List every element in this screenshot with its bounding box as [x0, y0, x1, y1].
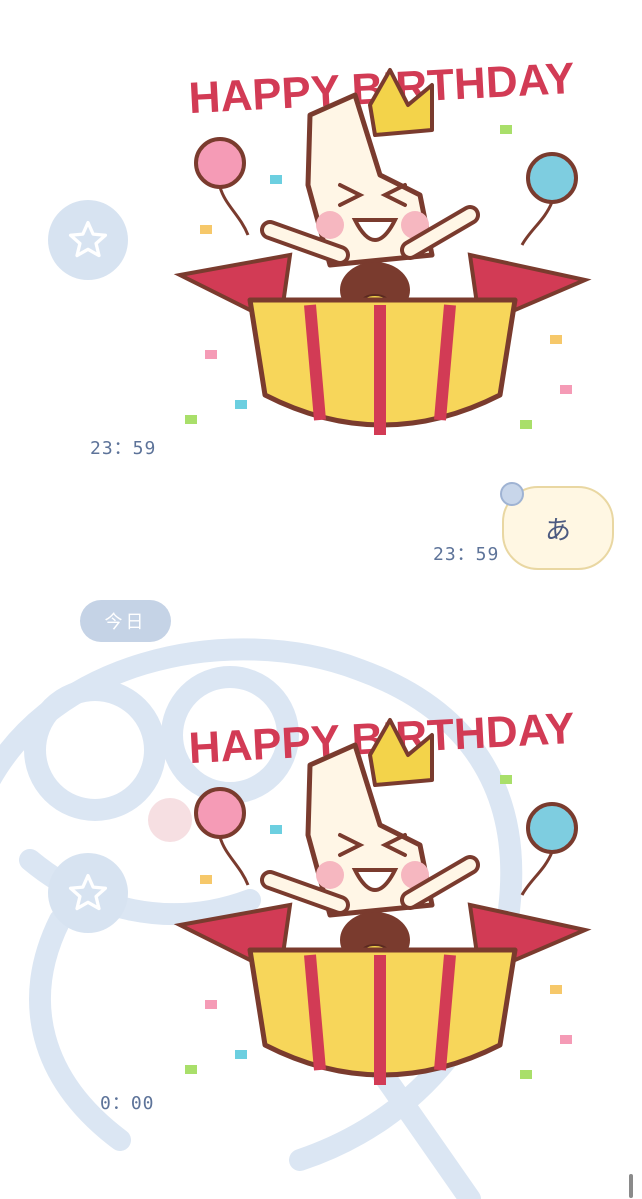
contact-avatar[interactable] [48, 200, 128, 280]
sticker-art: HAPPY BIRTHDAY [173, 54, 592, 435]
message-time: 23：59 [90, 438, 157, 459]
date-label: 今日 [104, 612, 147, 633]
birthday-sticker[interactable]: HAPPY BIRTHDAY [170, 35, 595, 455]
message-text: あ [544, 515, 571, 546]
star-icon [68, 873, 108, 911]
read-indicator-icon [500, 482, 524, 506]
sticker-art: HAPPY BIRTHDAY [173, 704, 592, 1085]
date-separator: 今日 [80, 600, 171, 642]
scrollbar-thumb[interactable] [629, 1174, 633, 1198]
birthday-sticker[interactable]: HAPPY BIRTHDAY [170, 685, 595, 1105]
contact-avatar[interactable] [48, 853, 128, 933]
message-time: 0：00 [100, 1093, 155, 1114]
message-time: 23：59 [433, 544, 500, 565]
star-icon [68, 220, 108, 258]
